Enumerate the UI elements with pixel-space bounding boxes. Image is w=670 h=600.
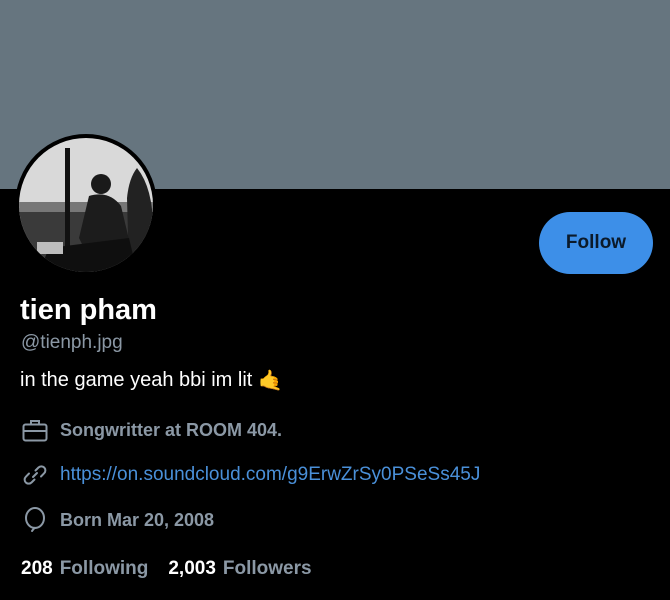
link-icon [22,462,48,488]
profile-handle: @tienph.jpg [21,332,123,353]
briefcase-icon [22,417,48,443]
following-stat[interactable]: 208 Following [21,558,148,580]
follow-button[interactable]: Follow [539,212,653,274]
soundcloud-link[interactable]: https://on.soundcloud.com/g9ErwZrSy0PSeS… [60,464,480,486]
avatar[interactable] [15,134,157,276]
born-text: Born Mar 20, 2008 [60,509,215,530]
call-me-hand-emoji: 🤙 [258,370,284,392]
avatar-photo [19,138,153,272]
followers-count: 2,003 [168,558,216,579]
profile-stats: 208 Following 2,003 Followers [21,558,312,580]
followers-label: Followers [222,558,312,579]
job-text: Songwritter at ROOM 404. [60,419,283,440]
profile-job: Songwritter at ROOM 404. [22,417,282,443]
following-label: Following [59,558,149,579]
profile-link[interactable]: https://on.soundcloud.com/g9ErwZrSy0PSeS… [22,462,480,488]
following-count: 208 [21,558,53,579]
followers-stat[interactable]: 2,003 Followers [168,558,311,580]
balloon-icon [22,507,48,533]
bio-text: in the game yeah bbi im lit [20,369,253,391]
profile-birthdate: Born Mar 20, 2008 [22,507,214,533]
profile-bio: in the game yeah bbi im lit 🤙 [20,368,283,393]
profile-name: tien pham [20,294,157,326]
